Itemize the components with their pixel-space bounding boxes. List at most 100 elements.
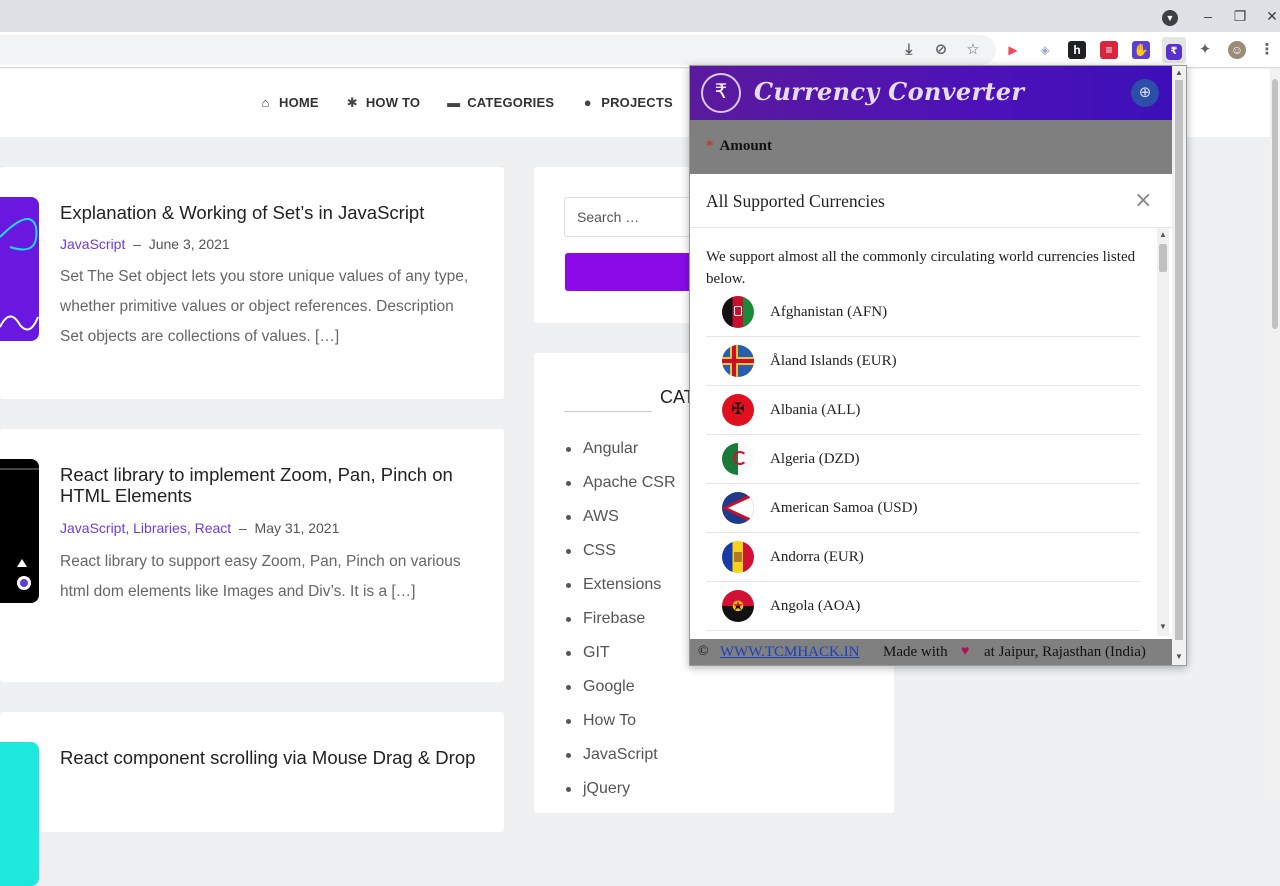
- nav-projects[interactable]: ● PROJECTS: [580, 95, 673, 110]
- post-title[interactable]: Explanation & Working of Set’s in JavaSc…: [60, 202, 480, 223]
- ext-red-arrow-icon[interactable]: ▶: [1004, 41, 1022, 59]
- star-icon[interactable]: ☆: [964, 41, 982, 59]
- thumbnail-art: [0, 468, 39, 590]
- currency-name: Åland Islands (EUR): [770, 352, 897, 369]
- modal-description: We support almost all the commonly circu…: [706, 249, 1136, 287]
- category-item[interactable]: JavaScript: [564, 743, 676, 777]
- nav-home-label: HOME: [279, 95, 319, 110]
- scroll-down-arrow-icon[interactable]: ▼: [1175, 652, 1183, 661]
- location-text: at Jaipur, Rajasthan (India): [984, 644, 1146, 660]
- page-scrollbar-thumb[interactable]: [1272, 79, 1278, 329]
- category-list: Angular Apache CSR AWS CSS Extensions Fi…: [564, 437, 676, 811]
- close-icon[interactable]: ×: [1134, 188, 1152, 213]
- currency-name: Afghanistan (AFN): [770, 303, 888, 320]
- andorra-flag-icon: [722, 541, 754, 573]
- amount-label-text: Amount: [719, 138, 773, 154]
- amount-label: * Amount: [706, 138, 772, 155]
- download-icon[interactable]: ⤓: [900, 41, 918, 59]
- minimize-icon[interactable]: –: [1198, 6, 1218, 26]
- made-with-text: Made with: [883, 644, 948, 660]
- post-thumbnail[interactable]: [0, 459, 39, 603]
- nav-how-to[interactable]: ✱ HOW TO: [345, 95, 420, 110]
- globe-icon[interactable]: ⊕: [1131, 79, 1159, 107]
- post-date: June 3, 2021: [148, 236, 230, 252]
- albania-flag-icon: ✠: [722, 394, 754, 426]
- ext-h-icon[interactable]: h: [1068, 41, 1086, 59]
- ext-stripes-icon[interactable]: ≡: [1100, 41, 1118, 59]
- heart-icon: ♥: [961, 644, 970, 659]
- popup-title: Currency Converter: [754, 77, 1025, 106]
- post-category[interactable]: JavaScript, Libraries, React: [60, 520, 231, 536]
- post-thumbnail[interactable]: [0, 197, 39, 341]
- category-item[interactable]: AWS: [564, 505, 676, 539]
- ext-currency-icon[interactable]: ₹: [1162, 37, 1186, 63]
- heading-divider: [564, 411, 652, 412]
- popup-scrollbar[interactable]: ▲ ▼: [1172, 66, 1186, 665]
- currency-name: American Samoa (USD): [770, 499, 918, 516]
- post-card: React library to implement Zoom, Pan, Pi…: [0, 429, 504, 682]
- category-item[interactable]: Apache CSR: [564, 471, 676, 505]
- address-bar[interactable]: [0, 35, 996, 65]
- post-excerpt: React library to support easy Zoom, Pan,…: [60, 553, 461, 600]
- nav-how-to-label: HOW TO: [365, 95, 421, 110]
- restore-icon[interactable]: ❐: [1230, 6, 1250, 26]
- page-scrollbar[interactable]: [1270, 69, 1280, 800]
- modal-scrollbar-thumb[interactable]: [1159, 244, 1167, 272]
- currency-row[interactable]: Andorra (EUR): [706, 533, 1140, 582]
- currency-row[interactable]: Åland Islands (EUR): [706, 337, 1140, 386]
- currency-converter-popup: ₹ Currency Converter ⊕ * Amount All Suppo…: [689, 65, 1187, 666]
- tab-search-icon[interactable]: ▼: [1160, 6, 1180, 26]
- scroll-up-arrow-icon[interactable]: ▲: [1175, 68, 1183, 77]
- post-card: Explanation & Working of Set’s in JavaSc…: [0, 167, 504, 399]
- category-item[interactable]: GIT: [564, 641, 676, 675]
- scroll-down-arrow-icon[interactable]: ▼: [1159, 622, 1167, 631]
- category-item[interactable]: Angular: [564, 437, 676, 471]
- currency-name: Algeria (DZD): [770, 450, 860, 467]
- aland-flag-icon: [722, 345, 754, 377]
- menu-icon[interactable]: ⋮: [1258, 41, 1276, 59]
- nav-home[interactable]: ⌂ HOME: [258, 95, 319, 110]
- category-item[interactable]: jQuery: [564, 777, 676, 811]
- currency-name: Andorra (EUR): [770, 548, 864, 565]
- ext-hand-icon[interactable]: ✋: [1132, 41, 1150, 59]
- ext-shield-icon[interactable]: ◈: [1036, 41, 1054, 59]
- post-title[interactable]: React library to implement Zoom, Pan, Pi…: [60, 464, 480, 506]
- modal-header: All Supported Currencies ×: [690, 174, 1172, 228]
- post-card: React component scrolling via Mouse Drag…: [0, 712, 504, 886]
- popup-scrollbar-thumb[interactable]: [1175, 80, 1183, 640]
- category-item[interactable]: How To: [564, 709, 676, 743]
- post-category[interactable]: JavaScript: [60, 236, 125, 252]
- popup-header: ₹ Currency Converter ⊕: [690, 66, 1172, 120]
- category-item[interactable]: Firebase: [564, 607, 676, 641]
- currency-row[interactable]: ✪ Angola (AOA): [706, 582, 1140, 631]
- modal-scrollbar[interactable]: ▲ ▼: [1157, 228, 1169, 636]
- post-thumbnail[interactable]: [0, 742, 39, 886]
- post-meta: JavaScript, Libraries, React – May 31, 2…: [60, 520, 340, 536]
- algeria-flag-icon: [722, 443, 754, 475]
- folder-icon: ▬: [447, 94, 461, 110]
- currencies-modal: All Supported Currencies × We support al…: [690, 174, 1172, 637]
- currency-row[interactable]: ✠ Albania (ALL): [706, 386, 1140, 435]
- popup-footer: © WWW.TCMHACK.IN Made with ♥ at Jaipur, …: [690, 639, 1172, 665]
- website-link[interactable]: WWW.TCMHACK.IN: [720, 644, 859, 661]
- profile-avatar[interactable]: ☺: [1228, 41, 1246, 59]
- category-item[interactable]: CSS: [564, 539, 676, 573]
- main-nav: ⌂HOME ✱HOW TO ▬CATEGORIES ●PROJECTS ℹ: [258, 95, 714, 110]
- puzzle-icon[interactable]: ✦: [1196, 41, 1214, 59]
- category-item[interactable]: Extensions: [564, 573, 676, 607]
- currency-row[interactable]: Algeria (DZD): [706, 435, 1140, 484]
- post-title[interactable]: React component scrolling via Mouse Drag…: [60, 747, 480, 768]
- currency-row[interactable]: American Samoa (USD): [706, 484, 1140, 533]
- category-item[interactable]: Google: [564, 675, 676, 709]
- currency-row[interactable]: Afghanistan (AFN): [706, 288, 1140, 337]
- people-icon: ✱: [346, 94, 358, 110]
- nav-categories[interactable]: ▬ CATEGORIES: [446, 95, 554, 110]
- home-icon: ⌂: [261, 94, 270, 110]
- close-window-icon[interactable]: ✕: [1262, 6, 1280, 26]
- currency-list: Afghanistan (AFN) Åland Islands (EUR) ✠ …: [706, 288, 1140, 631]
- required-mark: *: [706, 138, 714, 154]
- eye-off-icon[interactable]: ⊘: [932, 41, 950, 59]
- currency-name: Albania (ALL): [770, 401, 861, 418]
- scroll-up-arrow-icon[interactable]: ▲: [1159, 230, 1167, 239]
- rupee-logo-icon: ₹: [701, 73, 741, 113]
